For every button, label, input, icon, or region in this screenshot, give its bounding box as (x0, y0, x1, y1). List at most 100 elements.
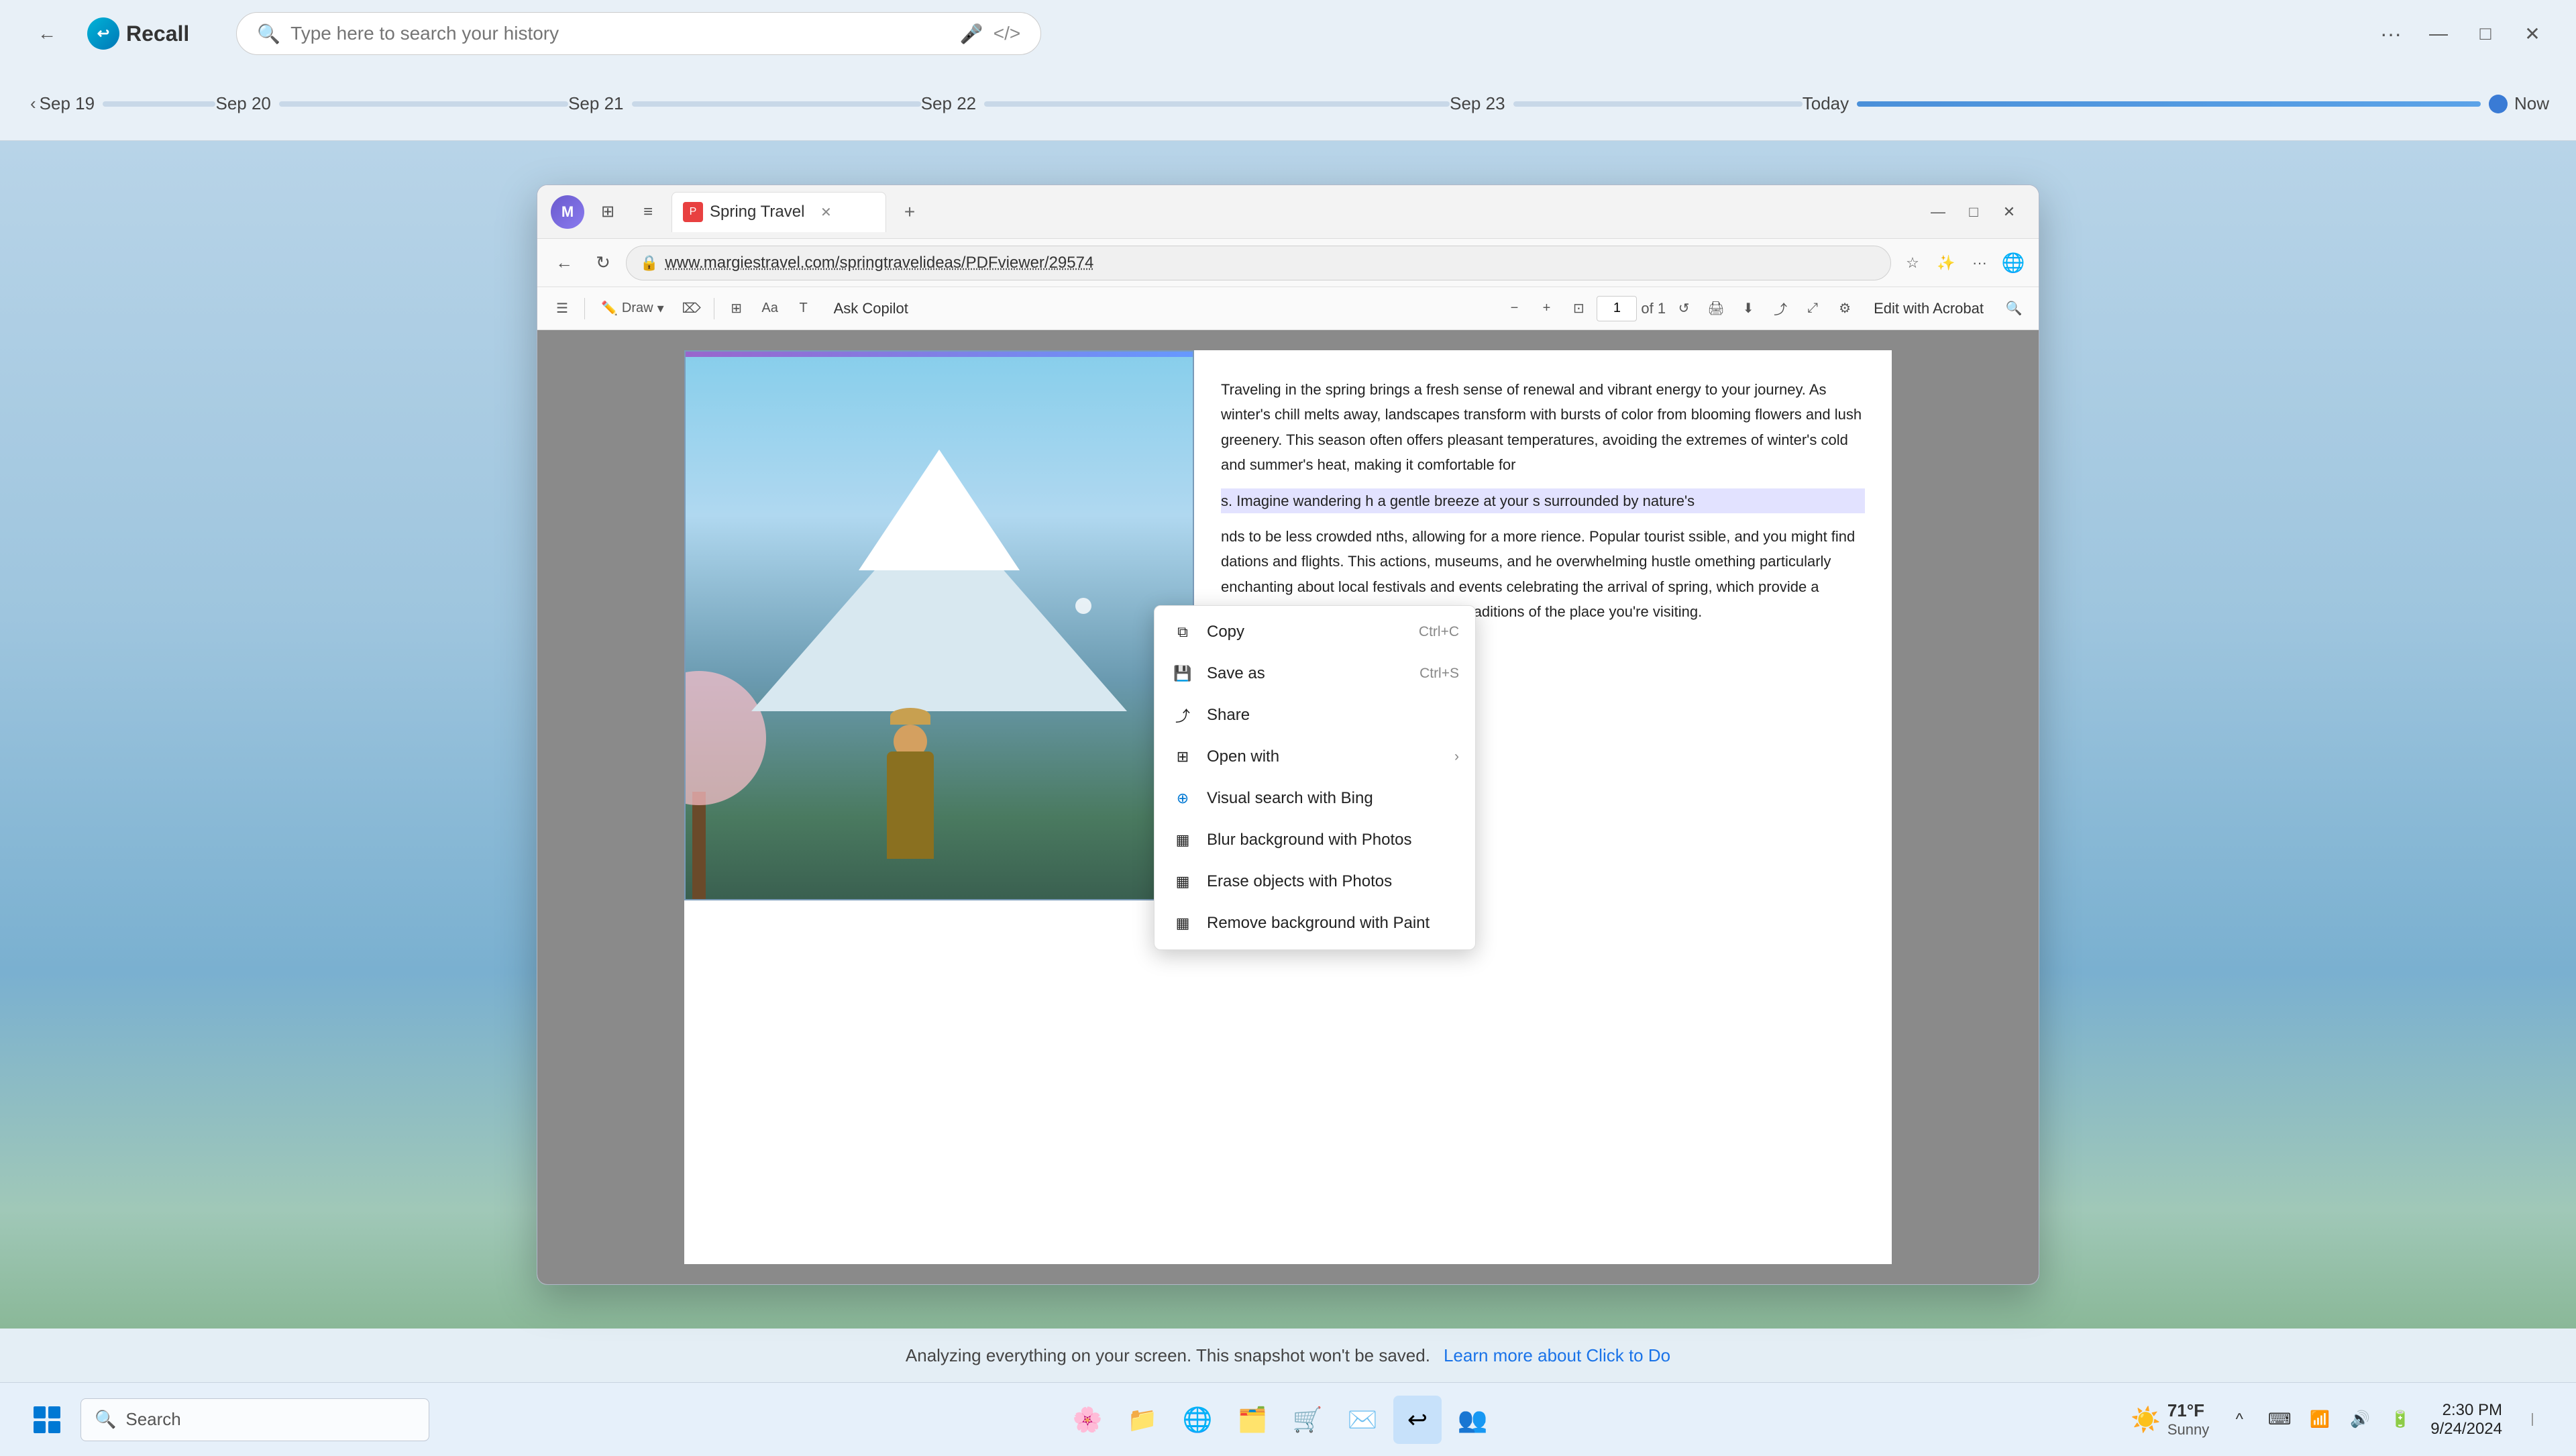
taskbar-icon-edge[interactable]: 🌐 (1173, 1396, 1222, 1444)
context-menu-share[interactable]: ⤴ Share (1155, 694, 1475, 736)
timeline-label-today: Today (1803, 93, 1849, 114)
taskbar-start-button[interactable] (27, 1400, 67, 1440)
pdf-eraser-button[interactable]: ⌦ (678, 295, 706, 323)
recall-back-button[interactable]: ← (27, 13, 67, 54)
erase-objects-icon: ▦ (1171, 870, 1195, 894)
taskbar-show-desktop-button[interactable]: | (2516, 1403, 2549, 1437)
taskbar-icon-flower[interactable]: 🌸 (1063, 1396, 1112, 1444)
recall-window-controls: — □ ✕ (2422, 17, 2549, 50)
taskbar-search-box[interactable]: 🔍 Search (80, 1398, 429, 1441)
browser-tab-spring-travel[interactable]: P Spring Travel ✕ (672, 192, 886, 232)
browser-favorites-button[interactable]: ☆ (1898, 248, 1927, 278)
pdf-zoom-out-button[interactable]: − (1500, 295, 1528, 323)
context-menu-blur-background[interactable]: ▦ Blur background with Photos (1155, 819, 1475, 861)
taskbar-icon-files[interactable]: 📁 (1118, 1396, 1167, 1444)
taskbar-icon-mail[interactable]: ✉️ (1338, 1396, 1387, 1444)
blur-bg-icon: ▦ (1171, 828, 1195, 852)
browser-workspaces-button[interactable]: ≡ (631, 195, 665, 229)
pdf-view-button[interactable]: ☰ (548, 295, 576, 323)
recall-logo-icon: ↩ (87, 17, 119, 50)
taskbar-chevron-up[interactable]: ^ (2222, 1403, 2256, 1437)
pdf-print-button[interactable]: 🖨 (1702, 295, 1730, 323)
pdf-content: Traveling in the spring brings a fresh s… (537, 330, 2039, 1284)
browser-url-text[interactable]: www.margiestravel.com/springtravelideas/… (665, 254, 1877, 272)
pdf-draw-button[interactable]: ✏️ Draw ▾ (593, 295, 672, 323)
taskbar-center-icons: 🌸 📁 🌐 🗂️ 🛒 ✉️ ↩ 👥 (429, 1396, 2131, 1444)
browser-refresh-button[interactable]: ↻ (587, 247, 619, 279)
recall-more-options[interactable]: ··· (2380, 21, 2402, 46)
taskbar-icon-recall[interactable]: ↩ (1393, 1396, 1442, 1444)
person-figure (887, 708, 934, 859)
pdf-image[interactable] (684, 350, 1194, 900)
browser-more-button[interactable]: ··· (1965, 248, 1994, 278)
pdf-paragraph-1: Traveling in the spring brings a fresh s… (1221, 377, 1865, 478)
pdf-download-button[interactable]: ⬇ (1734, 295, 1762, 323)
pdf-text-p1-cont: s. Imagine wandering h a gentle breeze a… (1221, 492, 1695, 509)
recall-maximize-button[interactable]: □ (2469, 17, 2502, 50)
pdf-text-button[interactable]: T (790, 295, 818, 323)
pdf-draw-chevron: ▾ (657, 300, 664, 317)
pdf-expand-button[interactable]: ⤢ (1799, 295, 1827, 323)
browser-tab-close-button[interactable]: ✕ (816, 203, 835, 221)
context-menu-visual-search[interactable]: ⊕ Visual search with Bing (1155, 778, 1475, 819)
browser-extensions-button[interactable]: ⊞ (591, 195, 625, 229)
mountain-snow (859, 450, 1020, 570)
open-with-arrow: › (1454, 749, 1459, 765)
recall-search-box[interactable]: 🔍 🎤 </> (236, 12, 1041, 55)
browser-maximize-button[interactable]: □ (1957, 196, 1990, 228)
context-menu-erase-objects-label: Erase objects with Photos (1207, 872, 1392, 891)
taskbar-keyboard-icon[interactable]: ⌨ (2263, 1403, 2296, 1437)
pdf-fit-width-button[interactable]: ⊡ (1564, 295, 1593, 323)
timeline-track-sep22 (984, 101, 1450, 107)
bottom-info-link[interactable]: Learn more about Click to Do (1444, 1345, 1670, 1366)
recall-minimize-button[interactable]: — (2422, 17, 2455, 50)
timeline-sep20: Sep 20 (215, 93, 568, 114)
timeline-track-today (1857, 101, 2481, 107)
pdf-read-button[interactable]: Aa (756, 295, 784, 323)
recall-logo: ↩ Recall (87, 17, 189, 50)
taskbar-battery-icon[interactable]: 🔋 (2383, 1403, 2417, 1437)
browser-edge-icon-button[interactable]: 🌐 (1998, 248, 2028, 278)
recall-mic-icon[interactable]: 🎤 (960, 23, 983, 45)
context-menu-open-with[interactable]: ⊞ Open with › (1155, 736, 1475, 778)
taskbar-clock[interactable]: 2:30 PM 9/24/2024 (2430, 1401, 2502, 1439)
pdf-fit-button[interactable]: ⊞ (722, 295, 751, 323)
context-menu-erase-objects[interactable]: ▦ Erase objects with Photos (1155, 861, 1475, 902)
weather-widget[interactable]: ☀️ 71°F Sunny (2131, 1400, 2209, 1439)
bottom-info-bar: Analyzing everything on your screen. Thi… (0, 1329, 2576, 1382)
browser-address-bar[interactable]: 🔒 www.margiestravel.com/springtravelidea… (626, 246, 1891, 280)
timeline-sep22: Sep 22 (921, 93, 1450, 114)
taskbar-wifi-icon[interactable]: 📶 (2303, 1403, 2337, 1437)
recall-search-input[interactable] (290, 23, 950, 44)
browser-close-button[interactable]: ✕ (1993, 196, 2025, 228)
browser-titlebar: M ⊞ ≡ P Spring Travel ✕ + — □ ✕ (537, 185, 2039, 239)
browser-new-tab-button[interactable]: + (893, 195, 926, 229)
pdf-settings-button[interactable]: ⚙ (1831, 295, 1859, 323)
context-menu-copy[interactable]: ⧉ Copy Ctrl+C (1155, 611, 1475, 653)
browser-minimize-button[interactable]: — (1922, 196, 1954, 228)
taskbar-icon-store[interactable]: 🛒 (1283, 1396, 1332, 1444)
recall-close-button[interactable]: ✕ (2516, 17, 2549, 50)
pdf-share-button[interactable]: ⤴ (1766, 295, 1794, 323)
pdf-rotate-button[interactable]: ↺ (1670, 295, 1698, 323)
pdf-search-button[interactable]: 🔍 (2000, 295, 2028, 323)
pdf-divider-1 (584, 298, 585, 319)
recall-code-icon[interactable]: </> (994, 23, 1020, 44)
browser-copilot-button[interactable]: ✨ (1931, 248, 1961, 278)
browser-back-button[interactable]: ← (548, 247, 580, 279)
context-menu-save-as[interactable]: 💾 Save as Ctrl+S (1155, 653, 1475, 694)
timeline-prev-button[interactable]: ‹ (27, 90, 40, 117)
browser-lock-icon: 🔒 (640, 254, 658, 272)
pdf-edit-acrobat-button[interactable]: Edit with Acrobat (1863, 294, 1994, 323)
taskbar-icon-teams[interactable]: 👥 (1448, 1396, 1497, 1444)
person-hat (890, 708, 930, 725)
cherry-tree (692, 792, 706, 899)
taskbar-volume-icon[interactable]: 🔊 (2343, 1403, 2377, 1437)
taskbar-icon-explorer[interactable]: 🗂️ (1228, 1396, 1277, 1444)
pdf-ask-copilot-button[interactable]: Ask Copilot (823, 295, 919, 323)
pdf-page-input[interactable]: 1 (1597, 296, 1637, 321)
browser-tab-title: Spring Travel (710, 203, 804, 221)
browser-profile-icon: M (551, 195, 584, 229)
context-menu-remove-background[interactable]: ▦ Remove background with Paint (1155, 902, 1475, 944)
pdf-zoom-in-button[interactable]: + (1532, 295, 1560, 323)
